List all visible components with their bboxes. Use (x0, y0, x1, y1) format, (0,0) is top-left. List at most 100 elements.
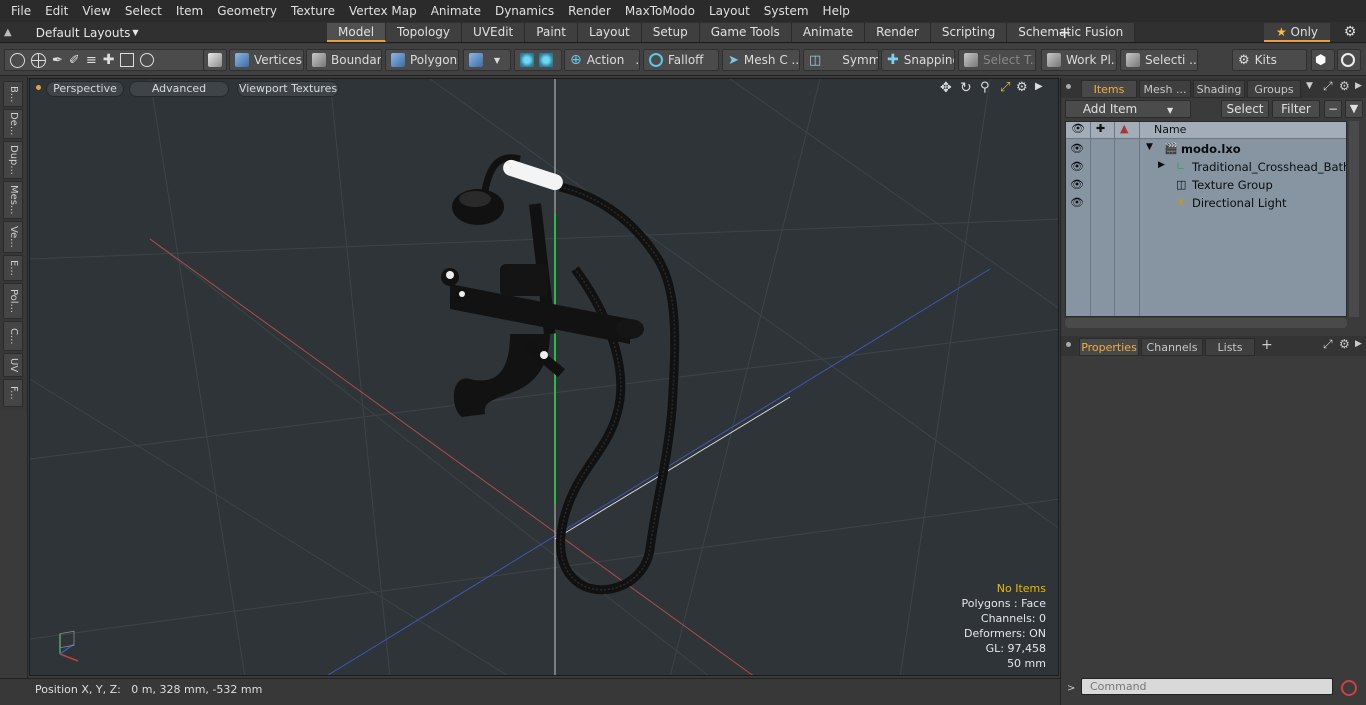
left-tab-3[interactable]: Mes... (3, 181, 23, 219)
tab-items[interactable]: Items (1081, 80, 1137, 98)
gear-icon[interactable]: ⚙ (1341, 23, 1359, 42)
left-tab-0[interactable]: B... (3, 81, 23, 107)
menu-item-render[interactable]: Render (561, 0, 618, 22)
left-tab-5[interactable]: E... (3, 255, 23, 281)
menu-item-layout[interactable]: Layout (702, 0, 757, 22)
tree-scrollbar[interactable] (1349, 121, 1359, 317)
command-input[interactable]: Command (1081, 678, 1333, 695)
pan-icon[interactable]: ✥ (940, 80, 952, 96)
tab-topology[interactable]: Topology (386, 23, 463, 42)
expand-arrow-icon[interactable]: ▶ (1158, 160, 1165, 170)
maximize-icon[interactable]: ⤢ (1000, 80, 1010, 95)
tab-game-tools[interactable]: Game Tools (699, 23, 792, 42)
add-tab-icon[interactable]: + (1261, 337, 1273, 353)
menu-item-system[interactable]: System (757, 0, 816, 22)
select-through-button[interactable]: Select T... (958, 49, 1036, 71)
bath-faucet-model[interactable] (441, 154, 680, 595)
3d-viewport[interactable]: Perspective Advanced Viewport Textures ✥… (29, 78, 1059, 676)
tab-animate[interactable]: Animate (791, 23, 866, 42)
tab-uvedit[interactable]: UVEdit (462, 23, 526, 42)
play-arrow-icon[interactable]: ▶ (1035, 81, 1043, 92)
chevron-down-icon[interactable]: ▼ (1306, 81, 1313, 91)
selection-tools-group[interactable]: ✒ ✐ ≡ ✚ (4, 49, 224, 71)
menu-item-dynamics[interactable]: Dynamics (488, 0, 561, 22)
center-button[interactable] (514, 49, 562, 71)
tab-layout[interactable]: Layout (577, 23, 642, 42)
vertices-button[interactable]: Vertices (229, 49, 304, 71)
tab-channels[interactable]: Channels (1141, 338, 1203, 356)
material-mode-button[interactable]: ▼ (463, 49, 511, 71)
item-mode-button[interactable] (203, 49, 227, 71)
tab-paint[interactable]: Paint (525, 23, 578, 42)
left-tab-9[interactable]: F... (3, 379, 23, 407)
unreal-button[interactable] (1337, 49, 1361, 71)
falloff-button[interactable]: Falloff (643, 49, 719, 71)
menu-item-edit[interactable]: Edit (38, 0, 75, 22)
menu-item-item[interactable]: Item (169, 0, 210, 22)
left-tab-4[interactable]: Ve... (3, 221, 23, 253)
tree-row-scene[interactable]: 👁 ▼ 🎬 modo.lxo (1066, 140, 1346, 158)
menu-item-select[interactable]: Select (118, 0, 169, 22)
tree-row-texture-group[interactable]: 👁 ◫ Texture Group (1066, 176, 1346, 194)
eye-icon[interactable]: 👁 (1070, 178, 1084, 191)
advanced-dropdown[interactable]: Advanced (129, 81, 229, 97)
select-button[interactable]: Select (1221, 100, 1269, 118)
panel-gear-icon[interactable]: ⚙ (1339, 79, 1350, 93)
tab-render[interactable]: Render (865, 23, 931, 42)
panel-dot-icon[interactable] (1066, 84, 1071, 89)
panel-gear-icon[interactable]: ⚙ (1339, 337, 1350, 351)
viewport-gear-icon[interactable]: ⚙ (1016, 80, 1028, 95)
only-toggle[interactable]: ★ Only (1264, 23, 1330, 42)
circle-select-icon[interactable] (10, 52, 25, 68)
pen-icon[interactable]: ✒ (52, 53, 63, 68)
action-button[interactable]: ⊕Action... (564, 49, 640, 71)
work-plane-button[interactable]: Work Pl... (1041, 49, 1117, 71)
align-icon[interactable]: ≡ (86, 53, 97, 68)
panel-arrow-icon[interactable]: ▶ (1355, 81, 1362, 91)
globe-icon[interactable] (31, 52, 46, 68)
kits-button[interactable]: ⚙ Kits (1232, 49, 1307, 71)
menu-item-view[interactable]: View (75, 0, 117, 22)
record-icon[interactable] (1341, 680, 1357, 696)
pie-icon[interactable] (140, 53, 155, 67)
boundary-button[interactable]: Boundary (306, 49, 382, 71)
expand-icon[interactable]: ⤢ (1323, 79, 1333, 94)
expand-arrow-icon[interactable]: ▼ (1146, 142, 1153, 152)
mesh-constraint-button[interactable]: ➤ Mesh C ... (722, 49, 800, 71)
zoom-icon[interactable]: ⚲ (980, 80, 990, 95)
menu-item-texture[interactable]: Texture (284, 0, 342, 22)
perspective-dropdown[interactable]: Perspective (46, 81, 124, 97)
filter-button[interactable]: Filter (1272, 100, 1320, 118)
menu-item-vertex-map[interactable]: Vertex Map (342, 0, 424, 22)
menu-item-maxtomodo[interactable]: MaxToModo (618, 0, 702, 22)
left-tab-1[interactable]: De... (3, 109, 23, 139)
expand-icon[interactable]: ⤢ (1323, 337, 1333, 352)
panel-dot-icon[interactable] (1066, 342, 1071, 347)
tree-row-light[interactable]: 👁 ☀ Directional Light (1066, 194, 1346, 212)
tab-shading[interactable]: Shading (1193, 80, 1245, 98)
tab-scripting[interactable]: Scripting (930, 23, 1008, 42)
funnel-icon[interactable]: ▼ (1345, 100, 1363, 118)
brush-icon[interactable]: ✐ (69, 53, 80, 68)
tab-properties[interactable]: Properties (1079, 338, 1139, 356)
left-tab-2[interactable]: Dup... (3, 141, 23, 179)
tab-groups[interactable]: Groups (1247, 80, 1301, 98)
left-tab-6[interactable]: Pol... (3, 283, 23, 319)
snapping-button[interactable]: ✚ Snapping (881, 49, 955, 71)
eye-icon[interactable]: 👁 (1070, 142, 1084, 155)
rotate-icon[interactable]: ↻ (960, 80, 972, 96)
left-tab-8[interactable]: UV (3, 353, 23, 377)
item-tree[interactable]: 👁 ✚ ▲ Name 👁 ▼ 🎬 modo.lxo 👁 ▶ ∟ Traditio… (1065, 121, 1347, 317)
symmetry-button[interactable]: ◫ Symm ... (803, 49, 879, 71)
tab-lists[interactable]: Lists (1205, 338, 1255, 356)
menu-item-geometry[interactable]: Geometry (210, 0, 284, 22)
eye-icon[interactable]: 👁 (1070, 160, 1084, 173)
tree-hscrollbar[interactable] (1065, 318, 1347, 328)
menu-item-help[interactable]: Help (816, 0, 857, 22)
crosshair-icon[interactable]: ✚ (103, 52, 115, 68)
left-tab-7[interactable]: C... (3, 321, 23, 351)
panel-arrow-icon[interactable]: ▶ (1355, 339, 1362, 349)
polygons-button[interactable]: Polygons (385, 49, 459, 71)
tab-mesh[interactable]: Mesh ... (1139, 80, 1191, 98)
unity-button[interactable]: ⬢ (1311, 49, 1335, 71)
